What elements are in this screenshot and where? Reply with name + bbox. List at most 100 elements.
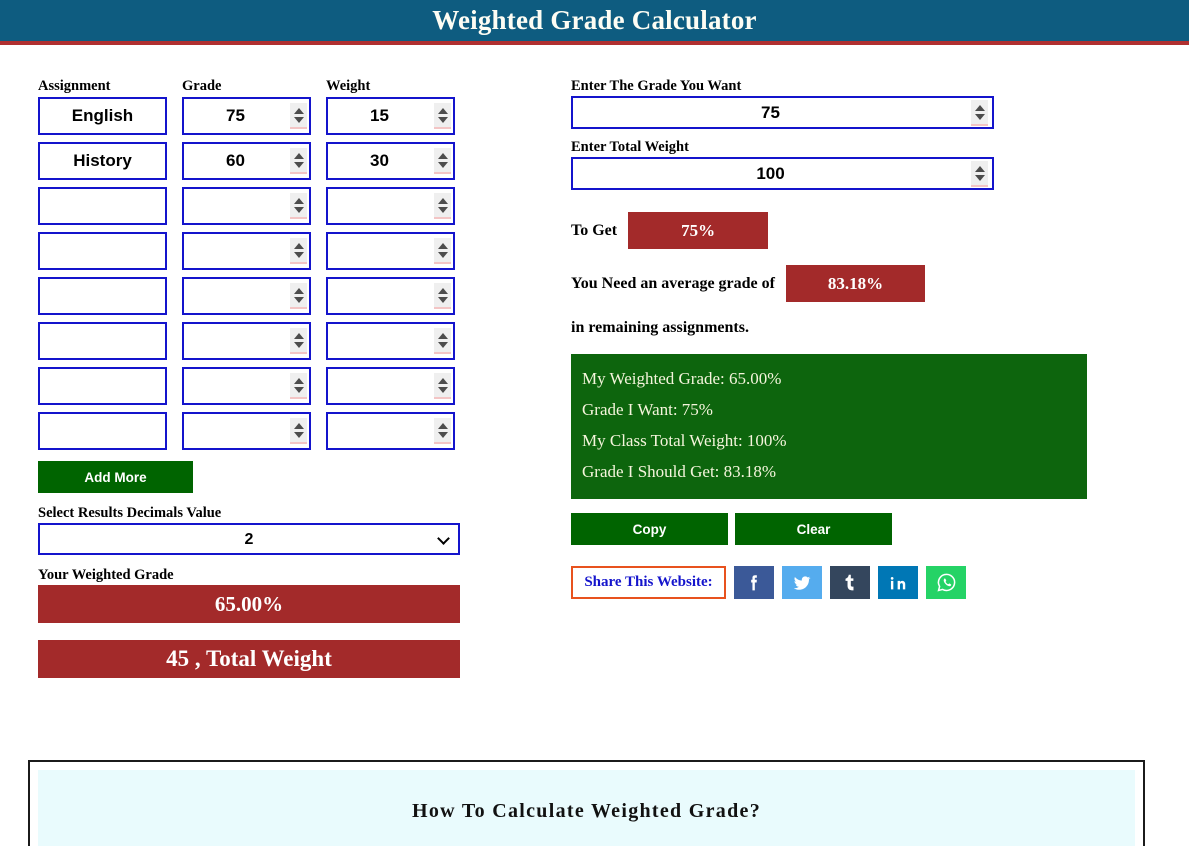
decimals-select[interactable]: 2 <box>38 523 460 555</box>
to-get-label: To Get <box>571 221 618 239</box>
grade-cell <box>182 142 311 180</box>
weighted-grade-label: Your Weighted Grade <box>38 567 174 583</box>
grade-cell <box>182 277 311 315</box>
weight-stepper-icon[interactable] <box>434 328 451 354</box>
grade-stepper-icon[interactable] <box>290 283 307 309</box>
decimals-label: Select Results Decimals Value <box>38 505 222 521</box>
weight-cell <box>326 367 455 405</box>
assignment-input[interactable] <box>38 412 167 450</box>
weight-cell <box>326 322 455 360</box>
weight-cell <box>326 97 455 135</box>
share-row: Share This Website: <box>571 566 1131 599</box>
grade-cell <box>182 412 311 450</box>
grade-cell <box>182 322 311 360</box>
assignment-cell <box>38 412 167 450</box>
target-grade-panel: Enter The Grade You Want Enter Total Wei… <box>571 78 1131 599</box>
share-label: Share This Website: <box>571 566 726 599</box>
grade-stepper-icon[interactable] <box>290 418 307 444</box>
summary-line: My Class Total Weight: 100% <box>582 431 787 450</box>
weight-stepper-icon[interactable] <box>434 373 451 399</box>
weight-stepper-icon[interactable] <box>434 418 451 444</box>
grade-stepper-icon[interactable] <box>290 238 307 264</box>
action-buttons: Copy Clear <box>571 513 1131 545</box>
grade-stepper-icon[interactable] <box>290 373 307 399</box>
total-weight-stepper-icon[interactable] <box>971 161 988 187</box>
grade-want-stepper-icon[interactable] <box>971 100 988 126</box>
grade-stepper-icon[interactable] <box>290 148 307 174</box>
to-get-row: To Get 75% <box>571 212 1131 249</box>
assignments-column-headers: Assignment Grade Weight <box>38 78 468 95</box>
info-panel: How To Calculate Weighted Grade? <box>28 760 1145 846</box>
table-row <box>38 187 468 225</box>
weight-stepper-icon[interactable] <box>434 193 451 219</box>
table-row <box>38 367 468 405</box>
info-panel-inner: How To Calculate Weighted Grade? <box>38 770 1135 846</box>
summary-line: My Weighted Grade: 65.00% <box>582 369 782 388</box>
assignment-input[interactable] <box>38 322 167 360</box>
table-row <box>38 412 468 450</box>
whatsapp-icon[interactable] <box>926 566 966 599</box>
grade-stepper-icon[interactable] <box>290 328 307 354</box>
assignment-cell <box>38 187 167 225</box>
assignments-panel: Assignment Grade Weight English 75 15 Hi… <box>38 78 468 678</box>
remaining-assignments-text: in remaining assignments. <box>571 319 749 336</box>
total-weight-input[interactable] <box>571 157 994 190</box>
assignment-cell <box>38 277 167 315</box>
decimals-select-wrap: 2 <box>38 523 460 555</box>
assignment-cell <box>38 367 167 405</box>
weight-cell <box>326 232 455 270</box>
need-average-row: You Need an average grade of 83.18% <box>571 265 1131 302</box>
summary-line: Grade I Should Get: 83.18% <box>582 462 777 481</box>
assignment-cell <box>38 322 167 360</box>
grade-cell <box>182 232 311 270</box>
tumblr-icon[interactable] <box>830 566 870 599</box>
assignment-cell <box>38 142 167 180</box>
table-row <box>38 97 468 135</box>
assignment-input[interactable] <box>38 142 167 180</box>
grade-cell <box>182 187 311 225</box>
info-panel-title: How To Calculate Weighted Grade? <box>411 799 762 822</box>
column-header-weight: Weight <box>326 78 371 94</box>
need-average-badge: 83.18% <box>785 265 925 302</box>
grade-want-field-wrap <box>571 96 994 129</box>
to-get-badge: 75% <box>628 212 769 249</box>
clear-button[interactable]: Clear <box>735 513 892 545</box>
table-row <box>38 232 468 270</box>
grade-want-label: Enter The Grade You Want <box>571 78 742 94</box>
assignment-cell <box>38 97 167 135</box>
grade-stepper-icon[interactable] <box>290 103 307 129</box>
copy-button[interactable]: Copy <box>571 513 728 545</box>
total-weight-label: Enter Total Weight <box>571 139 689 155</box>
assignment-input[interactable] <box>38 187 167 225</box>
weight-cell <box>326 187 455 225</box>
summary-line: Grade I Want: 75% <box>582 400 713 419</box>
page-title: Weighted Grade Calculator <box>432 5 757 35</box>
weight-stepper-icon[interactable] <box>434 283 451 309</box>
table-row <box>38 322 468 360</box>
grade-want-input[interactable] <box>571 96 994 129</box>
linkedin-icon[interactable] <box>878 566 918 599</box>
assignment-input[interactable] <box>38 232 167 270</box>
assignment-input[interactable] <box>38 367 167 405</box>
facebook-icon[interactable] <box>734 566 774 599</box>
need-average-label: You Need an average grade of <box>571 274 775 292</box>
assignment-input[interactable] <box>38 97 167 135</box>
column-header-grade: Grade <box>182 78 222 94</box>
assignment-input[interactable] <box>38 277 167 315</box>
table-row <box>38 142 468 180</box>
twitter-icon[interactable] <box>782 566 822 599</box>
weight-stepper-icon[interactable] <box>434 103 451 129</box>
weight-cell <box>326 142 455 180</box>
weight-stepper-icon[interactable] <box>434 148 451 174</box>
add-more-button[interactable]: Add More <box>38 461 193 493</box>
assignment-cell <box>38 232 167 270</box>
grade-stepper-icon[interactable] <box>290 193 307 219</box>
total-weight-value: 45 , Total Weight <box>38 640 460 678</box>
grade-cell <box>182 367 311 405</box>
column-header-assignment: Assignment <box>38 78 111 94</box>
weight-stepper-icon[interactable] <box>434 238 451 264</box>
grade-cell <box>182 97 311 135</box>
page-body: Assignment Grade Weight English 75 15 Hi… <box>0 45 1189 846</box>
weight-cell <box>326 412 455 450</box>
table-row <box>38 277 468 315</box>
